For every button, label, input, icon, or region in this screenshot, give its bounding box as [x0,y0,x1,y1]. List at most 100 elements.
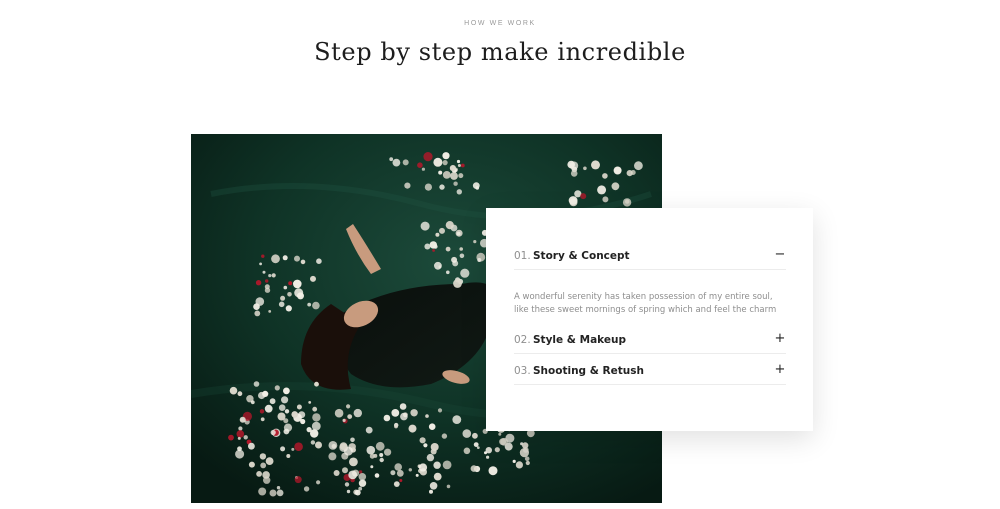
flower-petal [285,305,292,312]
flower-petal [250,400,255,405]
flower-petal [288,281,293,286]
flower-petal [375,441,385,451]
flower-petal [418,463,428,472]
collapse-minus-icon[interactable]: − [774,247,786,262]
flower-petal [438,170,443,175]
flower-petal [229,386,238,395]
flower-petal [630,170,636,175]
flower-petal [278,404,286,412]
flower-petal [271,254,280,264]
flower-petal [602,196,609,203]
flower-petal [463,447,471,455]
flower-petal [264,287,271,293]
accordion-header-shooting-retush[interactable]: 03. Shooting & Retush + [514,356,786,385]
flower-petal [476,446,480,449]
flower-petal [306,427,312,433]
flower-petal [423,443,428,448]
flower-petal [488,466,498,476]
flower-petal [297,292,304,300]
flower-petal [269,398,276,405]
flower-petal [300,259,306,265]
flower-petal [613,166,622,175]
expand-plus-icon[interactable]: + [774,362,786,377]
flower-petal [328,452,337,461]
flower-petal [311,421,321,431]
process-accordion: 01. Story & Concept − A wonderful sereni… [486,208,813,431]
flower-petal [441,433,448,439]
flower-petal [265,279,269,283]
flower-petal [296,404,302,410]
flower-petal [622,198,632,207]
flower-petal [261,254,265,258]
flower-petal [370,465,374,469]
flower-petal [255,280,262,286]
flower-petal [294,255,300,262]
flower-petal [312,406,318,412]
flower-petal [460,268,470,278]
flower-petal [243,435,248,440]
flower-petal [268,274,272,278]
flower-petal [353,408,362,418]
flower-petal [433,472,442,481]
flower-petal [426,453,435,462]
flower-petal [277,412,286,421]
flower-petal [259,262,262,266]
flower-petal [348,470,358,480]
accordion-number: 03. [514,365,531,377]
flower-petal [472,182,480,189]
flower-petal [287,292,292,297]
flower-petal [456,231,461,236]
flower-petal [400,412,408,421]
flower-petal [254,310,261,317]
flower-petal [339,442,348,450]
flower-petal [282,255,288,261]
flower-petal [347,414,353,419]
flower-petal [445,246,451,252]
flower-petal [498,432,502,436]
flower-petal [383,414,391,422]
flower-petal [390,470,396,476]
flower-petal [260,462,267,469]
flower-petal [316,258,322,264]
flower-petal [442,152,450,160]
accordion-header-style-makeup[interactable]: 02. Style & Makeup + [514,325,786,354]
flower-petal [294,476,302,484]
accordion-header-story-concept[interactable]: 01. Story & Concept − [514,241,786,270]
flower-petal [402,159,409,166]
flower-petal [334,408,344,418]
flower-petal [237,391,243,397]
flower-petal [312,301,320,310]
flower-petal [349,457,358,467]
flower-petal [365,426,373,434]
flower-petal [293,279,302,289]
flower-petal [291,447,295,451]
page: HOW WE WORK Step by step make incredible [0,0,1000,509]
flower-petal [460,163,465,168]
flower-petal [379,453,384,457]
flower-petal [358,479,367,487]
flower-petal [429,489,433,494]
flower-petal [312,413,321,422]
flower-petal [429,482,438,490]
expand-plus-icon[interactable]: + [774,331,786,346]
flower-petal [391,409,400,417]
flower-petal [248,442,255,450]
flower-petal [423,152,433,162]
flower-petal [258,487,267,496]
flower-petal [271,273,276,278]
flower-petal [373,453,378,458]
flower-petal [453,279,462,288]
accordion-number: 02. [514,334,531,346]
flower-petal [270,429,276,436]
flower-petal [253,381,260,387]
flower-petal [384,448,392,456]
flower-petal [255,297,265,306]
flower-petal [525,460,530,466]
flower-petal [396,469,404,477]
flower-petal [477,258,482,262]
flower-petal [276,486,281,490]
flower-petal [522,442,529,449]
flower-petal [280,446,286,452]
flower-petal [524,456,530,462]
flower-petal [238,426,243,431]
